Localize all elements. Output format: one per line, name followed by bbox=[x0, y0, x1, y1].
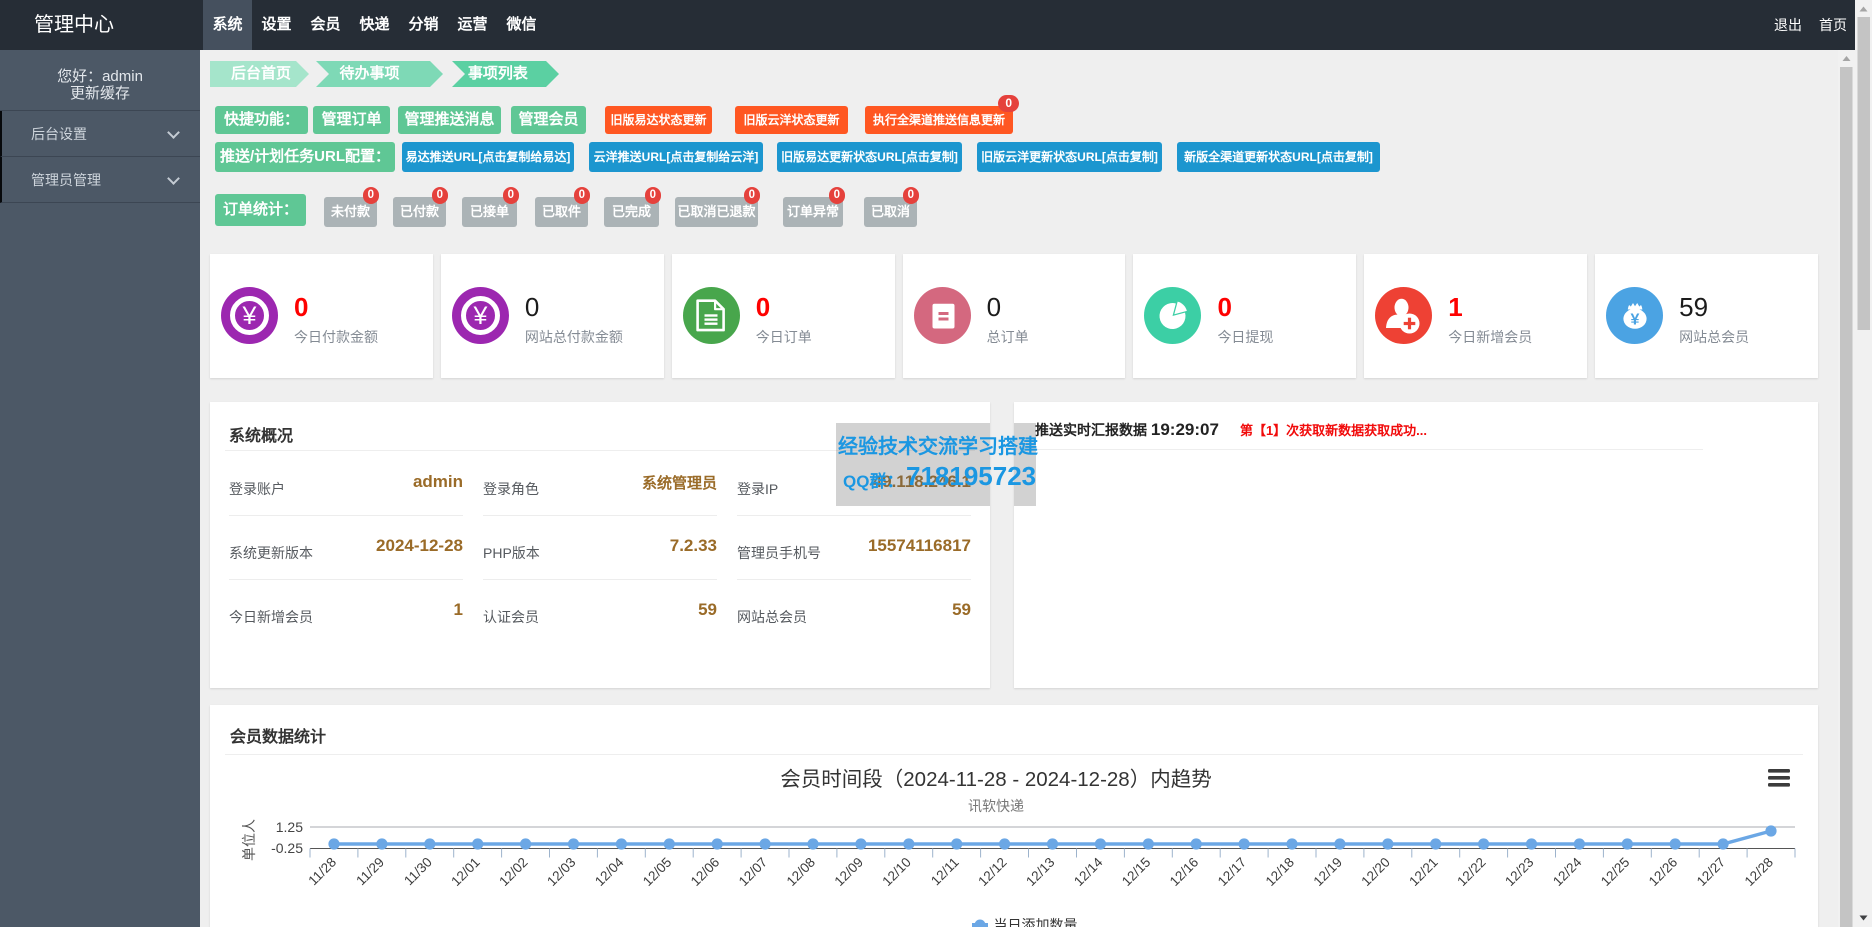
svg-text:12/09: 12/09 bbox=[832, 855, 867, 890]
svg-text:12/15: 12/15 bbox=[1119, 855, 1154, 890]
svg-text:讯软快递: 讯软快递 bbox=[968, 798, 1024, 814]
svg-text:12/25: 12/25 bbox=[1598, 855, 1633, 890]
svg-text:12/11: 12/11 bbox=[928, 855, 962, 889]
svg-text:12/18: 12/18 bbox=[1263, 855, 1298, 890]
svg-text:单位人: 单位人 bbox=[241, 819, 257, 861]
svg-text:12/05: 12/05 bbox=[640, 855, 675, 890]
svg-text:当日添加数量: 当日添加数量 bbox=[994, 917, 1078, 927]
svg-text:12/03: 12/03 bbox=[544, 855, 579, 890]
svg-text:12/23: 12/23 bbox=[1502, 855, 1537, 890]
svg-text:11/28: 11/28 bbox=[305, 855, 339, 889]
svg-text:12/12: 12/12 bbox=[975, 855, 1010, 890]
svg-text:12/10: 12/10 bbox=[879, 855, 914, 890]
svg-text:12/21: 12/21 bbox=[1406, 855, 1441, 890]
svg-text:12/27: 12/27 bbox=[1694, 855, 1729, 890]
svg-text:-0.25: -0.25 bbox=[271, 840, 303, 856]
svg-text:1.25: 1.25 bbox=[276, 819, 303, 835]
svg-text:会员时间段（2024-11-28 - 2024-12-28）: 会员时间段（2024-11-28 - 2024-12-28）内趋势 bbox=[780, 768, 1211, 791]
svg-text:12/02: 12/02 bbox=[496, 855, 531, 890]
svg-text:11/30: 11/30 bbox=[401, 855, 435, 889]
svg-text:¥: ¥ bbox=[242, 302, 257, 330]
svg-text:12/24: 12/24 bbox=[1550, 854, 1585, 889]
svg-text:12/08: 12/08 bbox=[784, 855, 819, 890]
svg-text:12/16: 12/16 bbox=[1167, 855, 1202, 890]
svg-text:12/06: 12/06 bbox=[688, 855, 723, 890]
svg-text:12/28: 12/28 bbox=[1742, 855, 1777, 890]
svg-text:12/22: 12/22 bbox=[1454, 855, 1489, 890]
svg-text:12/01: 12/01 bbox=[448, 855, 483, 890]
svg-text:12/13: 12/13 bbox=[1023, 855, 1058, 890]
svg-text:12/19: 12/19 bbox=[1311, 855, 1346, 890]
svg-text:¥: ¥ bbox=[1631, 312, 1640, 329]
svg-text:¥: ¥ bbox=[472, 302, 487, 330]
svg-text:12/26: 12/26 bbox=[1646, 855, 1681, 890]
svg-text:12/17: 12/17 bbox=[1215, 855, 1250, 890]
svg-text:11/29: 11/29 bbox=[353, 855, 387, 889]
svg-text:12/14: 12/14 bbox=[1071, 854, 1106, 889]
svg-text:12/04: 12/04 bbox=[592, 854, 627, 889]
svg-text:12/20: 12/20 bbox=[1358, 855, 1393, 890]
svg-text:12/07: 12/07 bbox=[736, 855, 771, 890]
